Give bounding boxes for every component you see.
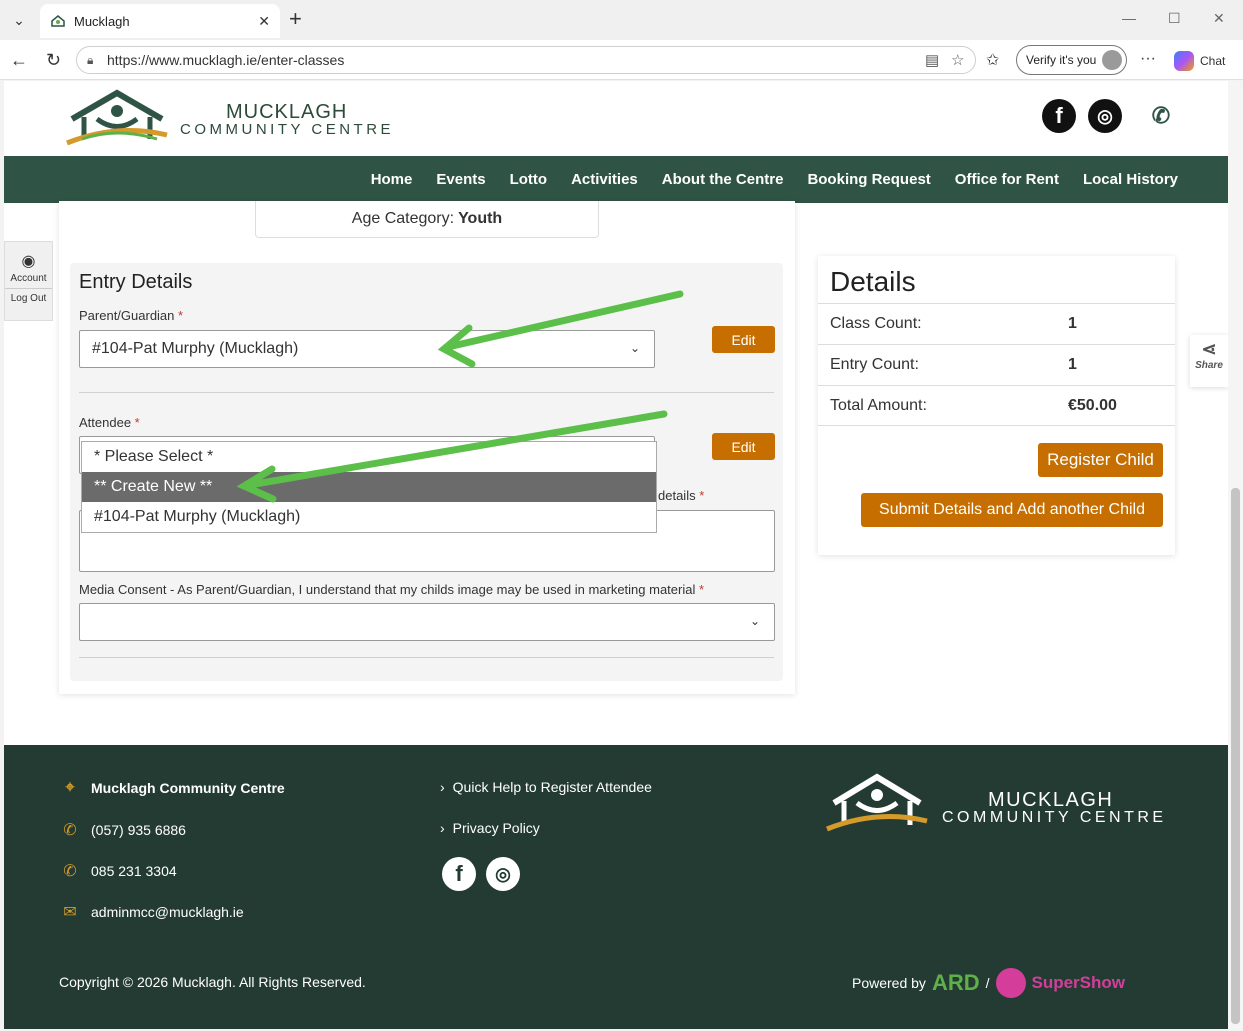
arrow-to-create-new <box>245 410 668 489</box>
copilot-icon <box>1174 51 1194 71</box>
lock-icon: 🔒︎ <box>87 53 94 67</box>
reader-mode-icon[interactable]: ▤ <box>925 51 939 69</box>
browser-tab[interactable]: Mucklagh ✕ <box>40 4 280 38</box>
url-text: https://www.mucklagh.ie/enter-classes <box>107 52 345 68</box>
annotation-arrows <box>236 290 684 503</box>
close-tab-icon[interactable]: ✕ <box>258 13 270 30</box>
browser-tab-strip: ⌄ Mucklagh ✕ + — ☐ ✕ <box>0 0 1243 40</box>
verify-label: Verify it's you <box>1026 53 1097 67</box>
more-menu-icon[interactable]: ··· <box>1140 50 1156 68</box>
tab-actions-icon[interactable]: ⌄ <box>6 8 32 32</box>
address-bar-row: ← ↻ 🔒︎ https://www.mucklagh.ie/enter-cla… <box>0 40 1243 80</box>
favorite-star-icon[interactable]: ☆ <box>951 51 964 69</box>
back-icon[interactable]: ← <box>10 50 28 71</box>
scrollbar-thumb[interactable] <box>1231 488 1240 1024</box>
site-favicon-icon <box>51 15 65 27</box>
refresh-icon[interactable]: ↻ <box>46 50 61 71</box>
favorites-icon[interactable]: ✩ <box>986 50 999 70</box>
close-window-icon[interactable]: ✕ <box>1213 10 1225 27</box>
arrow-to-parent-select <box>444 290 684 351</box>
new-tab-icon[interactable]: + <box>289 8 302 30</box>
minimize-icon[interactable]: — <box>1122 10 1136 26</box>
url-field[interactable]: 🔒︎ https://www.mucklagh.ie/enter-classes… <box>76 46 976 74</box>
copilot-chat-button[interactable]: Chat <box>1174 51 1225 71</box>
verify-button[interactable]: Verify it's you <box>1016 45 1128 75</box>
page-viewport: MUCKLAGH COMMUNITY CENTRE f ◎ ✆ Home Even… <box>4 81 1228 1029</box>
tab-title: Mucklagh <box>74 13 130 29</box>
chat-label: Chat <box>1200 54 1226 68</box>
maximize-icon[interactable]: ☐ <box>1168 10 1181 27</box>
profile-avatar-icon <box>1102 50 1123 70</box>
